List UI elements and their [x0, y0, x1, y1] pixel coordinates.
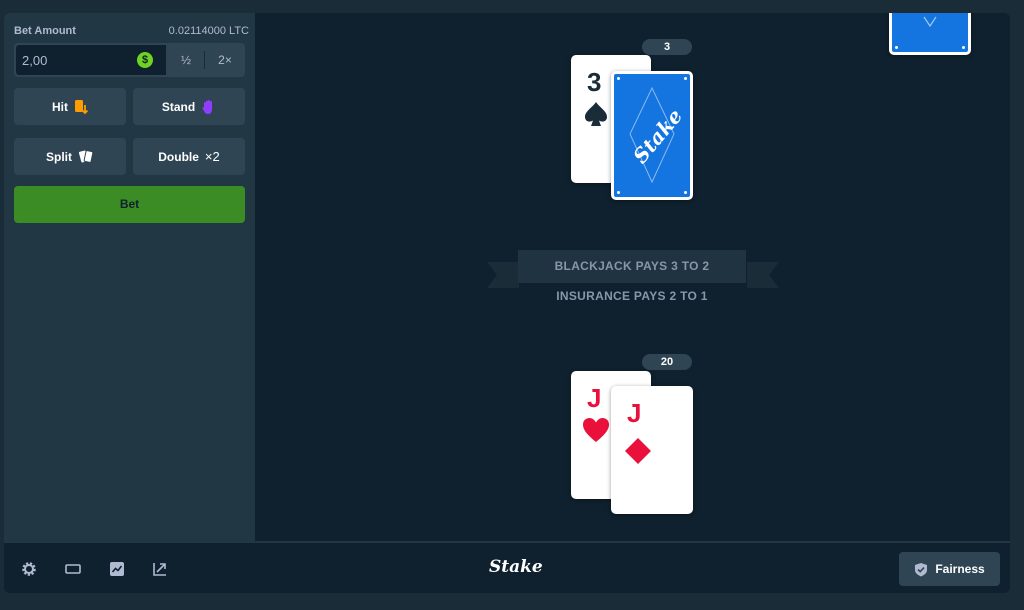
bet-button[interactable]: Bet — [14, 186, 245, 223]
fairness-button[interactable]: Fairness — [899, 552, 1000, 586]
half-amount-button[interactable]: ½ — [167, 45, 205, 75]
spade-icon — [585, 102, 607, 126]
player-score-badge: 20 — [642, 354, 692, 370]
popout-icon[interactable] — [151, 560, 169, 578]
game-frame: Bet Amount 0.02114000 LTC $ ½ 2× Hit Sta… — [4, 13, 1010, 593]
bet-sidebar: Bet Amount 0.02114000 LTC $ ½ 2× Hit Sta… — [4, 13, 255, 541]
bet-amount-label: Bet Amount — [14, 25, 76, 37]
card-dot — [684, 191, 687, 194]
shield-check-icon — [915, 562, 928, 576]
balance-value: 0.02114000 LTC — [168, 25, 249, 37]
coin-icon: $ — [137, 52, 153, 68]
card-deck — [889, 13, 971, 55]
card-dot — [617, 77, 620, 80]
hit-label: Hit — [52, 99, 68, 114]
card-dot — [684, 77, 687, 80]
hit-icon — [75, 99, 88, 114]
stats-chart-icon[interactable] — [108, 560, 126, 578]
double-multiplier: ×2 — [204, 149, 220, 164]
card-rank: J — [627, 398, 642, 428]
game-board: 3 3 Stake BLACKJACK PAYS 3 TO 2 INSURANC… — [255, 13, 1010, 541]
stand-button[interactable]: Stand — [133, 88, 245, 125]
split-button[interactable]: Split — [14, 138, 126, 175]
theatre-mode-icon[interactable] — [64, 560, 82, 578]
diamond-icon — [625, 438, 651, 464]
card-rank: 3 — [587, 67, 602, 97]
dealer-card-hidden: Stake — [611, 71, 693, 200]
deck-chevron-icon — [923, 16, 937, 28]
hand-icon — [202, 99, 213, 114]
player-card-2: J — [611, 386, 693, 514]
stand-label: Stand — [161, 99, 196, 114]
heart-icon — [583, 418, 609, 442]
blackjack-payout-banner: BLACKJACK PAYS 3 TO 2 — [518, 250, 746, 283]
hit-button[interactable]: Hit — [14, 88, 126, 125]
game-footer: Stake Fairness — [4, 541, 1010, 593]
card-dot — [962, 46, 965, 49]
stake-logo: Stake — [489, 557, 543, 577]
divider — [204, 51, 205, 69]
double-label: Double — [158, 149, 199, 164]
bet-amount-group: $ ½ 2× — [14, 43, 245, 77]
card-dot — [617, 191, 620, 194]
insurance-payout-text: INSURANCE PAYS 2 TO 1 — [556, 289, 708, 303]
double-button[interactable]: Double ×2 — [133, 138, 245, 175]
double-amount-button[interactable]: 2× — [206, 45, 244, 75]
card-rank: J — [587, 383, 602, 413]
card-dot — [895, 46, 898, 49]
split-cards-icon — [78, 150, 94, 163]
dealer-score-badge: 3 — [642, 39, 692, 55]
fairness-label: Fairness — [935, 562, 985, 576]
gear-icon[interactable] — [20, 560, 38, 578]
split-label: Split — [46, 149, 72, 164]
